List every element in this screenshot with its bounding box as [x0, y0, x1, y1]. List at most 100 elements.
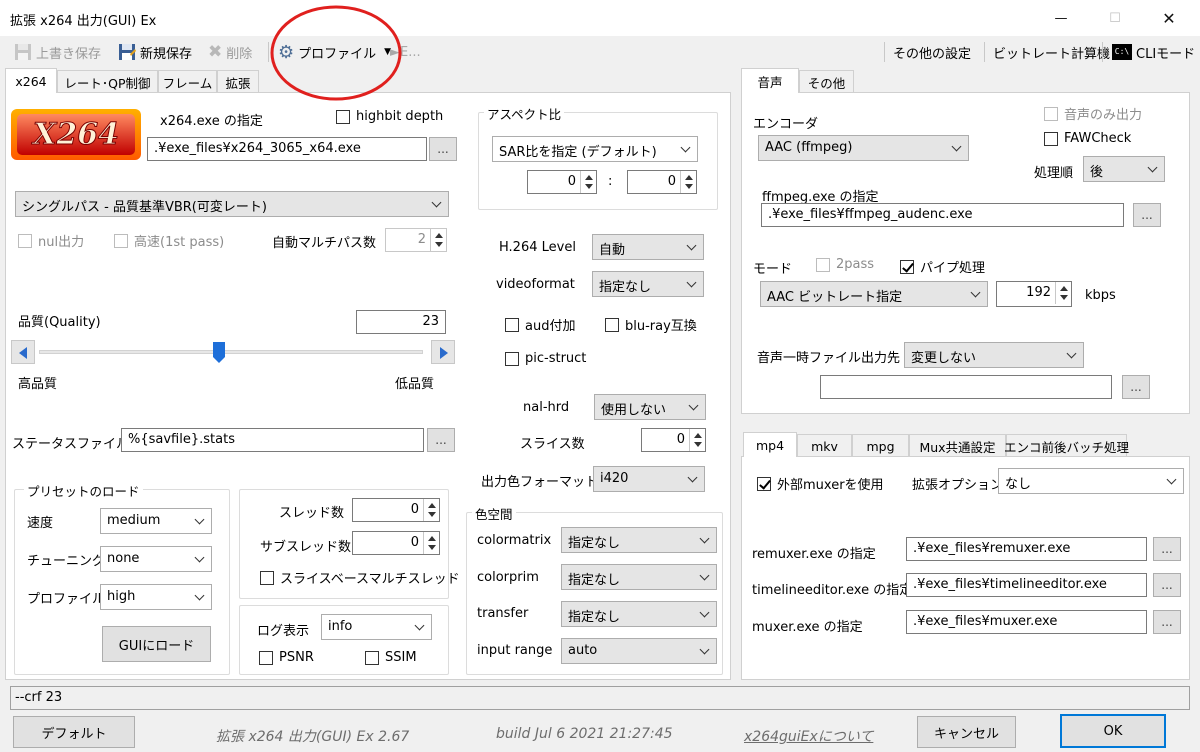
other-settings-button[interactable]: その他の設定 [893, 40, 971, 64]
status-file-input[interactable]: %{savfile}.stats [121, 428, 424, 452]
sar-x-spinner[interactable]: 0 [527, 170, 597, 194]
transfer-select[interactable]: 指定なし [561, 601, 717, 627]
videoformat-label: videoformat [496, 277, 575, 292]
videoformat-select[interactable]: 指定なし [592, 271, 704, 297]
muxer-label: muxer.exe の指定 [752, 620, 863, 635]
aspect-group-title: アスペクト比 [484, 104, 565, 123]
timeline-browse-button[interactable]: ... [1153, 573, 1181, 597]
muxer-browse-button[interactable]: ... [1153, 610, 1181, 634]
tuning-select[interactable]: none [100, 546, 212, 572]
bitrate-mode-select[interactable]: AAC ビットレート指定 [760, 281, 988, 307]
highbit-depth-checkbox[interactable]: highbit depth [336, 109, 443, 124]
slices-spinner[interactable]: 0 [641, 428, 706, 452]
slice-mt-checkbox[interactable]: スライスベースマルチスレッド [260, 568, 460, 587]
tab-mp4[interactable]: mp4 [743, 432, 797, 457]
tab-audio[interactable]: 音声 [741, 68, 799, 93]
log-select[interactable]: info [321, 614, 432, 640]
transfer-label: transfer [477, 606, 529, 621]
close-button[interactable]: ✕ [1146, 0, 1192, 36]
tab-x264[interactable]: x264 [5, 68, 57, 93]
colormatrix-select[interactable]: 指定なし [561, 527, 717, 553]
high-quality-label: 高品質 [18, 377, 58, 392]
threads-spinner[interactable]: 0 [352, 498, 440, 522]
ok-button[interactable]: OK [1060, 714, 1166, 748]
encoder-select[interactable]: AAC (ffmpeg) [758, 135, 969, 161]
toolbar-separator-4 [1102, 42, 1103, 62]
profile-dropdown-button[interactable]: ⚙ プロファイル ▼ [278, 40, 391, 64]
output-color-label: 出力色フォーマット [481, 475, 599, 490]
nul-output-checkbox[interactable]: nul出力 [18, 231, 84, 250]
cli-mode-button[interactable]: C:\ CLIモード [1112, 40, 1195, 64]
colorprim-select[interactable]: 指定なし [561, 564, 717, 590]
ffmpeg-browse-button[interactable]: ... [1133, 203, 1161, 227]
default-button[interactable]: デフォルト [13, 716, 135, 748]
temp-output-browse-button[interactable]: ... [1122, 375, 1150, 399]
timeline-path[interactable]: .¥exe_files¥timelineeditor.exe [906, 573, 1147, 597]
input-range-select[interactable]: auto [561, 638, 717, 664]
ffmpeg-exe-path[interactable]: .¥exe_files¥ffmpeg_audenc.exe [761, 203, 1124, 227]
auto-multipass-spinner[interactable]: 2 [385, 228, 447, 252]
h264-level-select[interactable]: 自動 [592, 234, 704, 260]
x264-exe-browse-button[interactable]: ... [429, 137, 457, 161]
subthreads-spinner[interactable]: 0 [352, 531, 440, 555]
temp-output-select[interactable]: 変更しない [904, 342, 1084, 368]
tab-other[interactable]: その他 [799, 70, 854, 93]
remuxer-browse-button[interactable]: ... [1153, 537, 1181, 561]
aud-checkbox[interactable]: aud付加 [505, 315, 575, 334]
ext-option-select[interactable]: なし [998, 468, 1184, 494]
quality-slider[interactable] [11, 340, 455, 366]
quality-input[interactable]: 23 [356, 310, 446, 334]
delete-button[interactable]: ✖ 削除 [208, 40, 252, 64]
load-to-gui-button[interactable]: GUIにロード [102, 626, 211, 662]
save-new-button[interactable]: 新規保存 [118, 40, 192, 64]
h264-level-label: H.264 Level [499, 240, 576, 255]
auto-multipass-label: 自動マルチパス数 [272, 236, 377, 251]
slider-right-arrow[interactable] [431, 340, 455, 364]
ssim-checkbox[interactable]: SSIM [365, 650, 417, 665]
status-file-browse-button[interactable]: ... [427, 428, 455, 452]
bluray-checkbox[interactable]: blu-ray互換 [605, 315, 697, 334]
tab-mpg[interactable]: mpg [852, 434, 909, 457]
encode-mode-select[interactable]: シングルパス - 品質基準VBR(可変レート) [15, 191, 449, 217]
arrow-left-icon [19, 347, 27, 359]
output-color-select[interactable]: i420 [593, 466, 705, 492]
use-external-muxer-checkbox[interactable]: 外部muxerを使用 [757, 474, 884, 493]
save-button[interactable]: 上書き保存 [14, 40, 101, 64]
x264-exe-path[interactable]: .¥exe_files¥x264_3065_x64.exe [147, 137, 427, 161]
bitrate-calculator-button[interactable]: ビットレート計算機 [993, 40, 1110, 64]
tab-rate-qp[interactable]: レート･QP制御 [57, 70, 158, 93]
tab-frame[interactable]: フレーム [158, 70, 217, 93]
fawcheck-checkbox[interactable]: FAWCheck [1044, 131, 1131, 146]
timeline-label: timelineeditor.exe の指定 [752, 583, 913, 598]
maximize-icon: ☐ [1109, 10, 1121, 26]
version-text: 拡張 x264 出力(GUI) Ex 2.67 [216, 729, 410, 745]
maximize-button[interactable]: ☐ [1092, 0, 1138, 36]
sar-y-spinner[interactable]: 0 [627, 170, 697, 194]
speed-select[interactable]: medium [100, 508, 212, 534]
profile-select[interactable]: high [100, 584, 212, 610]
fast-first-pass-checkbox[interactable]: 高速(1st pass) [114, 231, 224, 250]
bitrate-spinner[interactable]: 192 [996, 281, 1072, 307]
sar-mode-select[interactable]: SAR比を指定 (デフォルト) [492, 136, 698, 162]
pic-struct-checkbox[interactable]: pic-struct [505, 351, 586, 366]
order-select[interactable]: 後 [1083, 156, 1165, 182]
tab-batch[interactable]: エンコ前後バッチ処理 [1004, 434, 1129, 457]
tab-mkv[interactable]: mkv [797, 434, 852, 457]
cancel-button[interactable]: キャンセル [917, 716, 1016, 748]
about-link[interactable]: x264guiExについて [744, 726, 873, 746]
nal-hrd-select[interactable]: 使用しない [594, 394, 706, 420]
minimize-button[interactable]: — [1038, 0, 1084, 36]
temp-output-path[interactable] [820, 375, 1112, 399]
tab-extension[interactable]: 拡張 [217, 70, 259, 93]
remuxer-path[interactable]: .¥exe_files¥remuxer.exe [906, 537, 1147, 561]
muxer-path[interactable]: .¥exe_files¥muxer.exe [906, 610, 1147, 634]
slider-thumb[interactable] [213, 342, 226, 364]
title-bar [0, 0, 1200, 36]
psnr-checkbox[interactable]: PSNR [259, 650, 314, 665]
two-pass-checkbox[interactable]: 2pass [816, 257, 874, 272]
tab-mux-common[interactable]: Mux共通設定 [909, 434, 1006, 457]
slider-left-arrow[interactable] [11, 340, 35, 364]
audio-only-checkbox[interactable]: 音声のみ出力 [1044, 104, 1142, 123]
toolbar-extra: ►E... [390, 44, 421, 60]
pipe-checkbox[interactable]: パイプ処理 [900, 257, 985, 276]
